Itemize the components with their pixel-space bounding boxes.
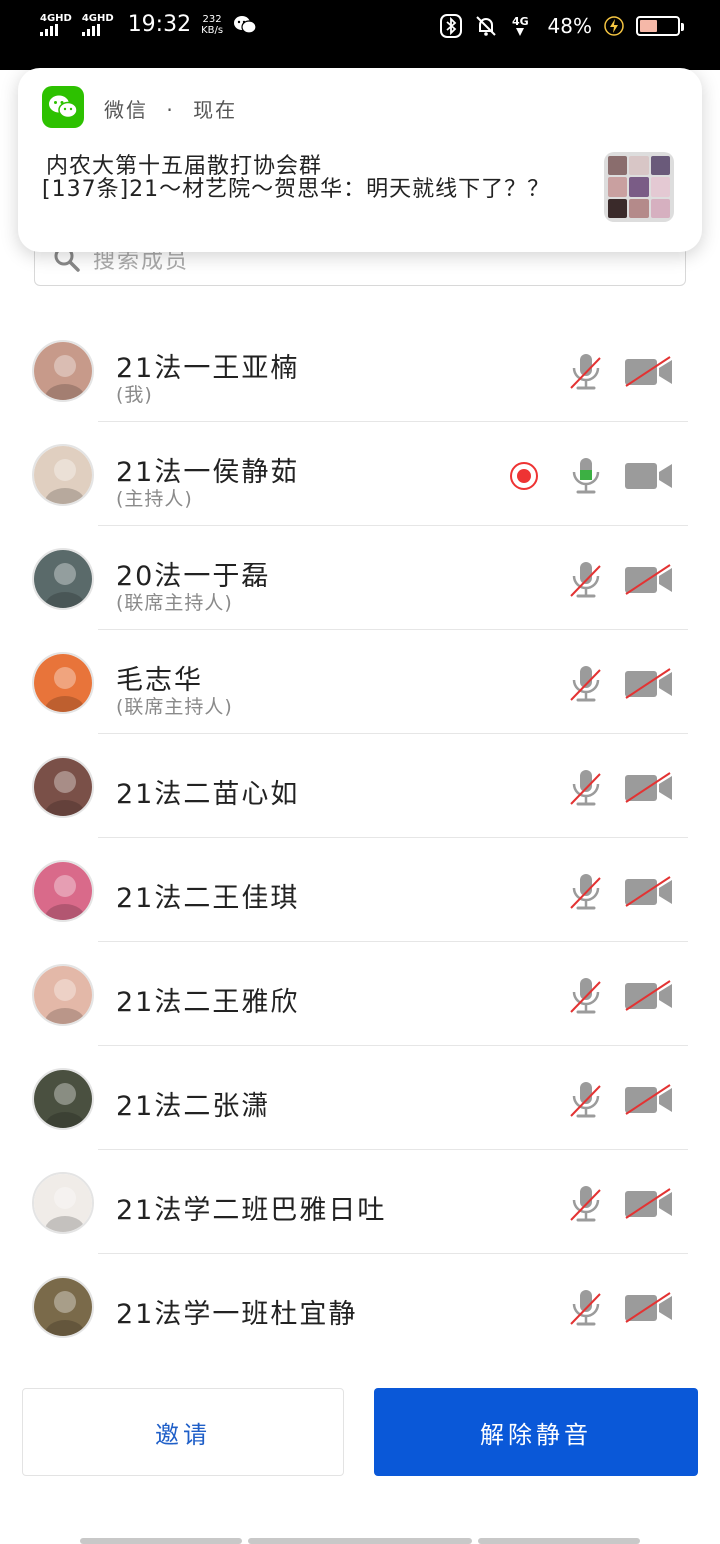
avatar[interactable] [32,340,94,402]
bluetooth-icon [439,14,462,38]
invite-button[interactable]: 邀请 [22,1388,344,1476]
avatar[interactable] [32,1172,94,1234]
unmute-button[interactable]: 解除静音 [374,1388,698,1476]
member-row[interactable]: 21法二王佳琪 [0,838,720,942]
notification-separator: · [166,98,175,122]
member-row[interactable]: 21法学二班巴雅日吐 [0,1150,720,1254]
member-row[interactable]: 20法一于磊 (联席主持人) [0,526,720,630]
microphone-muted-icon[interactable] [568,1184,604,1226]
avatar[interactable] [32,1068,94,1130]
wechat-app-icon [42,86,84,128]
camera-off-icon[interactable] [624,1292,674,1324]
notification-header: 微信 · 现在 [104,94,237,123]
thumbnail-tile [608,156,628,176]
speed-value: 232 [202,13,222,25]
thumbnail-tile [608,198,628,218]
camera-off-icon[interactable] [624,980,674,1012]
silent-mode-icon [475,16,496,36]
member-name: 21法二王雅欣 [116,987,300,1018]
charging-icon [604,16,624,36]
avatar[interactable] [32,964,94,1026]
member-name: 21法二张潇 [116,1091,271,1122]
mobile-data-icon: 4G [512,15,529,36]
battery-percent: 48% [547,14,592,38]
camera-off-icon[interactable] [624,1084,674,1116]
bottom-indicator-1 [80,1538,242,1544]
member-role: (联席主持人) [116,592,233,614]
network-label-1: 4GHD [40,13,72,24]
wechat-notification-icon [234,15,257,34]
battery-icon [636,16,684,36]
avatar[interactable] [32,652,94,714]
camera-off-icon[interactable] [624,564,674,596]
bottom-indicator-2 [248,1538,472,1544]
member-role: (我) [116,384,153,406]
microphone-muted-icon[interactable] [568,768,604,810]
avatar[interactable] [32,756,94,818]
status-left: 4GHD 4GHD 19:32 232 KB/s [40,12,257,37]
thumbnail-tile [650,156,670,176]
microphone-muted-icon[interactable] [568,976,604,1018]
camera-on-icon[interactable] [624,460,674,492]
thumbnail-tile [629,156,649,176]
microphone-muted-icon[interactable] [568,352,604,394]
bottom-indicator-3 [478,1538,640,1544]
member-row[interactable]: 21法一侯静茹 (主持人) [0,422,720,526]
clock: 19:32 [127,12,192,37]
speed-unit: KB/s [201,24,224,36]
thumbnail-tile [650,177,670,197]
member-name: 21法学一班杜宜静 [116,1299,358,1330]
microphone-muted-icon[interactable] [568,1080,604,1122]
status-right: 4G 48% [439,14,684,38]
member-role: (联席主持人) [116,696,233,718]
camera-off-icon[interactable] [624,876,674,908]
member-row[interactable]: 21法学一班杜宜静 [0,1254,720,1358]
thumbnail-tile [608,177,628,197]
group-avatar-thumbnail [604,152,674,222]
member-row[interactable]: 21法二张潇 [0,1046,720,1150]
notification-app-name: 微信 [104,98,148,122]
avatar[interactable] [32,860,94,922]
microphone-muted-icon[interactable] [568,664,604,706]
microphone-on-icon[interactable] [568,456,604,498]
network-label-2: 4GHD [81,13,114,24]
avatar[interactable] [32,1276,94,1338]
camera-off-icon[interactable] [624,1188,674,1220]
member-name: 21法二苗心如 [116,779,300,810]
thumbnail-tile [650,198,670,218]
battery-fill [640,20,657,32]
signal-2-icon: 4GHD [81,13,114,36]
member-row[interactable]: 毛志华 (联席主持人) [0,630,720,734]
avatar[interactable] [32,548,94,610]
member-row[interactable]: 21法一王亚楠 (我) [0,318,720,422]
network-speed: 232 KB/s [201,14,223,36]
signal-1-icon: 4GHD [40,13,72,36]
member-role: (主持人) [116,488,193,510]
camera-off-icon[interactable] [624,356,674,388]
microphone-muted-icon[interactable] [568,872,604,914]
notification-message: [137条]21～材艺院～贺思华：明天就线下了？？ [42,177,551,202]
camera-off-icon[interactable] [624,772,674,804]
member-row[interactable]: 21法二王雅欣 [0,942,720,1046]
thumbnail-tile [629,198,649,218]
microphone-muted-icon[interactable] [568,560,604,602]
member-list: 21法一王亚楠 (我) 21法一侯静茹 (主持人) 20法一于磊 (联席主持人) 毛志华 (联… [0,318,720,1358]
avatar[interactable] [32,444,94,506]
camera-off-icon[interactable] [624,668,674,700]
thumbnail-tile [629,177,649,197]
status-bar: 4GHD 4GHD 19:32 232 KB/s 4G 48% [0,0,720,70]
notification-time: 现在 [193,98,238,122]
member-name: 21法二王佳琪 [116,883,300,914]
notification-banner[interactable]: 微信 · 现在 内农大第十五届散打协会群 [137条]21～材艺院～贺思华：明天… [18,68,702,252]
recording-indicator-icon [510,462,538,490]
net-type-label: 4G [512,15,529,28]
microphone-muted-icon[interactable] [568,1288,604,1330]
member-row[interactable]: 21法二苗心如 [0,734,720,838]
member-name: 21法学二班巴雅日吐 [116,1195,387,1226]
